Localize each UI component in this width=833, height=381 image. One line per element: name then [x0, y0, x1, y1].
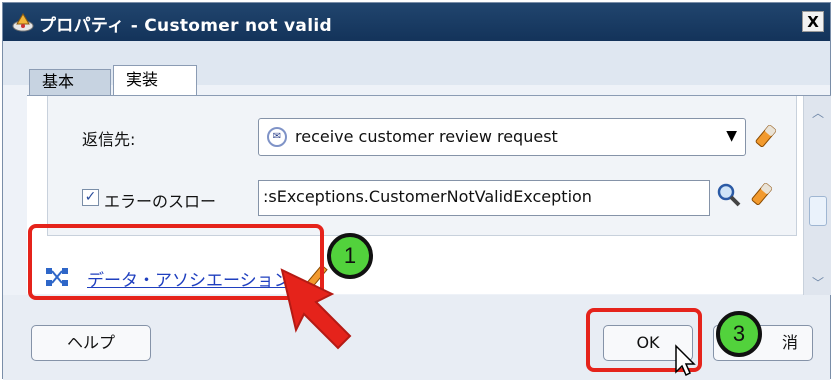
reply-group: 返信先: ✉ receive customer review request ▼… — [47, 96, 797, 236]
red-arrow-icon — [280, 268, 352, 350]
eraser-icon[interactable] — [748, 180, 778, 210]
dialog-title: プロパティ - Customer not valid — [39, 16, 332, 36]
properties-icon — [12, 13, 34, 32]
tab-bar: 基本 実装 — [3, 41, 830, 96]
reply-to-label: 返信先: — [82, 130, 136, 149]
close-button[interactable]: X — [802, 11, 824, 32]
button-row: ヘルプ OK 消 — [3, 295, 830, 380]
envelope-icon: ✉ — [267, 127, 287, 147]
mouse-cursor-icon — [675, 344, 696, 377]
throw-error-field[interactable]: :sExceptions.CustomerNotValidException — [258, 180, 710, 216]
scroll-thumb[interactable] — [809, 196, 827, 226]
throw-error-checkbox[interactable]: ✓ — [82, 189, 99, 206]
callout-step-3: 3 — [716, 311, 762, 357]
vertical-scrollbar[interactable]: ︿ ﹀ — [803, 96, 831, 295]
eraser-icon[interactable] — [752, 122, 782, 152]
reply-to-select[interactable]: ✉ receive customer review request ▼ — [258, 118, 746, 156]
chevron-down-icon[interactable]: ▼ — [726, 128, 737, 144]
tab-implementation[interactable]: 実装 — [113, 65, 197, 96]
throw-error-label: エラーのスロー — [104, 192, 217, 211]
scroll-up-icon[interactable]: ︿ — [812, 104, 824, 121]
reply-to-value: receive customer review request — [295, 127, 558, 146]
scroll-down-icon[interactable]: ﹀ — [812, 274, 824, 291]
dialog-titlebar[interactable]: プロパティ - Customer not valid X — [3, 3, 830, 41]
search-icon[interactable] — [716, 182, 742, 208]
properties-dialog: プロパティ - Customer not valid X 基本 実装 返信先: … — [2, 2, 831, 380]
help-button[interactable]: ヘルプ — [31, 325, 151, 361]
tab-basic[interactable]: 基本 — [29, 69, 111, 95]
